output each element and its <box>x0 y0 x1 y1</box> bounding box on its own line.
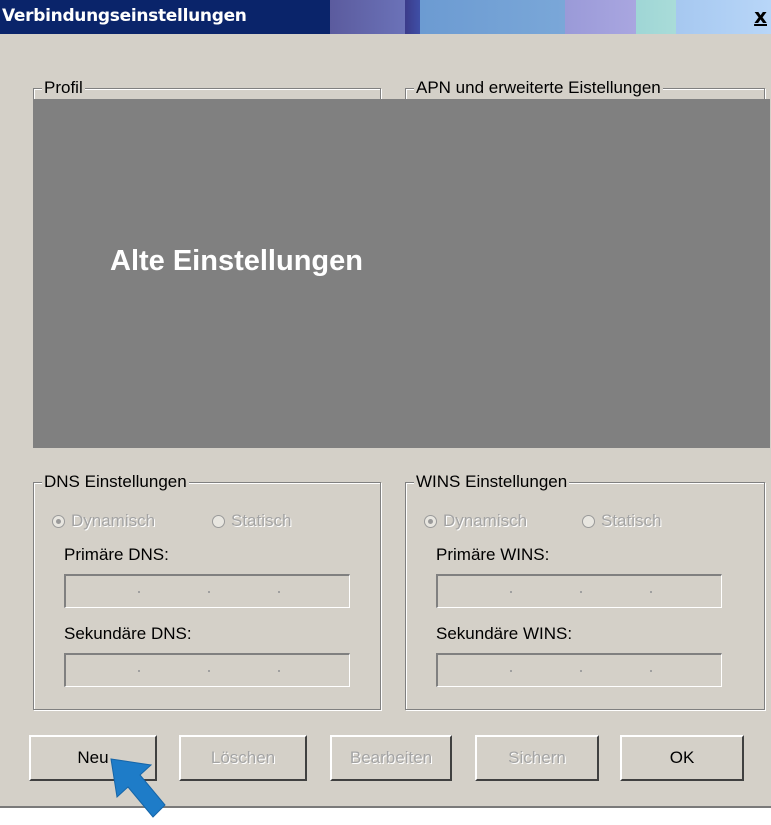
dns-dynamic-label: Dynamisch <box>71 511 156 530</box>
connection-settings-dialog: Verbindungseinstellungen x Profil APN un… <box>0 0 771 808</box>
profile-group-label: Profil <box>42 78 85 98</box>
wins-dynamic-label: Dynamisch <box>443 511 528 530</box>
primary-wins-label: Primäre WINS: <box>436 545 550 564</box>
apn-group-label: APN und erweiterte Eistellungen <box>414 78 663 98</box>
old-settings-overlay: Alte Einstellungen <box>33 99 770 448</box>
primary-wins-field[interactable] <box>436 574 722 608</box>
wins-dynamic-radio[interactable]: Dynamisch <box>424 511 527 531</box>
dns-dynamic-radio[interactable]: Dynamisch <box>52 511 155 531</box>
window-title: Verbindungseinstellungen <box>2 6 247 26</box>
secondary-wins-field[interactable] <box>436 653 722 687</box>
edit-button[interactable]: Bearbeiten <box>330 735 452 781</box>
wins-static-label: Statisch <box>601 511 662 530</box>
radio-checked-icon <box>52 514 65 528</box>
pointer-arrow-icon <box>110 758 166 818</box>
dns-group-label: DNS Einstellungen <box>42 472 189 492</box>
primary-dns-field[interactable] <box>64 574 350 608</box>
save-button[interactable]: Sichern <box>475 735 599 781</box>
old-settings-label: Alte Einstellungen <box>110 245 363 277</box>
close-icon[interactable]: x <box>754 4 767 28</box>
title-bar[interactable]: Verbindungseinstellungen x <box>0 0 771 34</box>
secondary-dns-field[interactable] <box>64 653 350 687</box>
primary-dns-label: Primäre DNS: <box>64 545 169 564</box>
secondary-wins-label: Sekundäre WINS: <box>436 624 573 643</box>
delete-button[interactable]: Löschen <box>179 735 307 781</box>
secondary-dns-label: Sekundäre DNS: <box>64 624 192 643</box>
radio-unchecked-icon <box>212 514 225 528</box>
wins-static-radio[interactable]: Statisch <box>582 511 661 531</box>
dns-static-radio[interactable]: Statisch <box>212 511 291 531</box>
wins-group-label: WINS Einstellungen <box>414 472 570 492</box>
radio-unchecked-icon <box>582 514 595 528</box>
ok-button[interactable]: OK <box>620 735 744 781</box>
radio-checked-icon <box>424 514 437 528</box>
dns-static-label: Statisch <box>231 511 292 530</box>
